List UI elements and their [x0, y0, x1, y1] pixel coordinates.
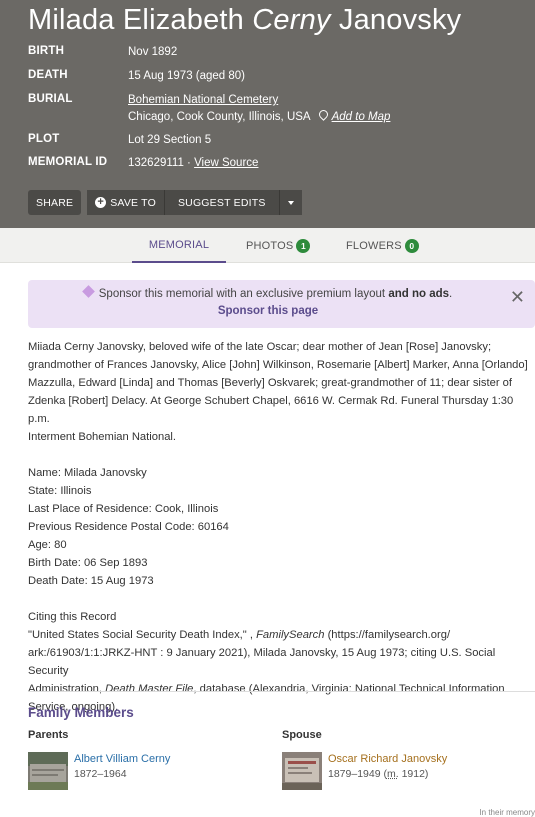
parent-dates: 1872–1964 [74, 768, 127, 780]
footnote-text: In their memory [479, 808, 535, 817]
memorial-tabs: MEMORIAL PHOTOS 1 FLOWERS 0 [0, 228, 535, 263]
tab-flowers-label: FLOWERS [346, 239, 402, 252]
burial-label: BURIAL [28, 93, 73, 105]
citing-text: Administration, [28, 683, 106, 695]
obit-line: Mazzulla, Edward [Linda] and Thomas [Bev… [28, 377, 512, 389]
photos-count-badge: 1 [296, 238, 311, 253]
sponsor-banner: Sponsor this memorial with an exclusive … [28, 280, 535, 328]
obit-line: Interment Bohemian National. [28, 431, 177, 443]
citation-paragraph: Citing this Record "United States Social… [28, 608, 533, 716]
section-divider [28, 691, 535, 692]
record-line: Age: 80 [28, 539, 67, 551]
edit-button-group: + SAVE TO SUGGEST EDITS [87, 190, 302, 215]
parent-card[interactable]: Albert Villiam Cerny 1872–1964 [28, 752, 170, 790]
diamond-icon [81, 285, 95, 298]
flowers-count-badge: 0 [404, 238, 419, 253]
fact-death: DEATH 15 Aug 1973 (aged 80) [28, 68, 508, 85]
fact-burial: BURIAL Bohemian National Cemetery Chicag… [28, 92, 508, 126]
tab-photos-label: PHOTOS [246, 239, 294, 252]
view-source-link[interactable]: View Source [194, 157, 258, 169]
citing-source: Death Master File [105, 683, 194, 695]
action-bar: SHARE + SAVE TO SUGGEST EDITS [28, 190, 302, 215]
spouse-card[interactable]: Oscar Richard Janovsky 1879–1949 (m. 191… [282, 752, 447, 790]
tab-flowers[interactable]: FLOWERS 0 [346, 228, 419, 263]
citing-line: Administration, Death Master File, datab… [28, 680, 533, 698]
birth-label: BIRTH [28, 45, 65, 57]
citing-line: "United States Social Security Death Ind… [28, 626, 533, 644]
chevron-down-icon [287, 200, 294, 205]
obit-line: grandmother of Frances Janovsky, Alice [… [28, 359, 528, 371]
plot-value: Lot 29 Section 5 [128, 134, 212, 146]
sponsor-text-before: Sponsor this memorial with an exclusive … [98, 288, 389, 300]
marriage-year: 1912) [398, 768, 429, 780]
married-abbr: m. [386, 768, 399, 780]
cemetery-link[interactable]: Bohemian National Cemetery [128, 94, 278, 106]
record-line: Death Date: 15 Aug 1973 [28, 575, 154, 587]
sponsor-text-bold: and no ads [388, 288, 450, 300]
share-button[interactable]: SHARE [28, 190, 82, 215]
memorial-id-value: 132629111 · [128, 157, 195, 169]
fact-memorial-id: MEMORIAL ID 132629111 · View Source [28, 155, 508, 172]
add-to-map-link[interactable]: Add to Map [332, 111, 391, 123]
sponsor-text-after: . [449, 288, 453, 300]
first-names: Milada Elizabeth [28, 4, 244, 36]
obit-line: Miiada Cerny Janovsky, beloved wife of t… [28, 341, 492, 353]
spouse-photo[interactable] [282, 752, 322, 790]
record-line: Birth Date: 06 Sep 1893 [28, 557, 148, 569]
tab-photos[interactable]: PHOTOS 1 [246, 228, 311, 263]
fact-plot: PLOT Lot 29 Section 5 [28, 132, 508, 149]
birth-value: Nov 1892 [128, 46, 178, 58]
facts-table: BIRTH Nov 1892 DEATH 15 Aug 1973 (aged 8… [28, 44, 508, 178]
record-line: Name: Milada Janovsky [28, 467, 147, 479]
sponsor-message: Sponsor this memorial with an exclusive … [28, 285, 508, 300]
memorial-name: Milada Elizabeth Cerny Janovsky [28, 4, 461, 37]
spouse-years: 1879–1949 ( [328, 768, 387, 780]
citing-line: ark:/61903/1:1:JRKZ-HNT : 9 January 2021… [28, 647, 496, 677]
surname: Janovsky [338, 4, 462, 36]
family-members-heading: Family Members [28, 705, 134, 720]
map-pin-icon [316, 108, 330, 121]
parents-label: Parents [28, 729, 69, 741]
fact-birth: BIRTH Nov 1892 [28, 44, 508, 61]
more-options-button[interactable] [279, 190, 302, 215]
citing-text: "United States Social Security Death Ind… [28, 629, 257, 641]
plus-circle-icon: + [95, 197, 107, 208]
death-value: 15 Aug 1973 (aged 80) [128, 70, 246, 82]
memorial-id-label: MEMORIAL ID [28, 156, 108, 168]
suggest-edits-button[interactable]: SUGGEST EDITS [164, 190, 280, 215]
sponsor-page-link[interactable]: Sponsor this page [28, 305, 508, 317]
parent-photo[interactable] [28, 752, 68, 790]
spouse-label: Spouse [282, 729, 322, 741]
record-paragraph: Name: Milada Janovsky State: Illinois La… [28, 464, 533, 590]
tab-memorial[interactable]: MEMORIAL [132, 228, 226, 263]
bio-text: Miiada Cerny Janovsky, beloved wife of t… [28, 338, 533, 734]
save-to-button[interactable]: + SAVE TO [87, 190, 165, 215]
memorial-header: Milada Elizabeth Cerny Janovsky BIRTH No… [0, 0, 535, 228]
save-to-label: SAVE TO [110, 196, 156, 209]
record-line: State: Illinois [28, 485, 92, 497]
record-line: Last Place of Residence: Cook, Illinois [28, 503, 219, 515]
tab-memorial-label: MEMORIAL [148, 238, 210, 251]
obituary-paragraph: Miiada Cerny Janovsky, beloved wife of t… [28, 338, 533, 446]
record-line: Previous Residence Postal Code: 60164 [28, 521, 229, 533]
citing-text: (https://familysearch.org/ [324, 629, 451, 641]
death-label: DEATH [28, 69, 68, 81]
spouse-name[interactable]: Oscar Richard Janovsky [328, 752, 447, 767]
citing-source: FamilySearch [256, 629, 325, 641]
close-icon[interactable]: ✕ [510, 288, 525, 306]
parent-name[interactable]: Albert Villiam Cerny [74, 752, 170, 767]
obit-line: Zdenka [Robert] Delacy. At George Schube… [28, 395, 514, 425]
plot-label: PLOT [28, 133, 60, 145]
citing-text: , database (Alexandria, Virginia: Nation… [193, 683, 505, 695]
spouse-dates: 1879–1949 (m. 1912) [328, 767, 447, 782]
maiden-name: Cerny [252, 4, 331, 36]
citing-title: Citing this Record [28, 611, 117, 623]
burial-location: Chicago, Cook County, Illinois, USA [128, 111, 311, 123]
